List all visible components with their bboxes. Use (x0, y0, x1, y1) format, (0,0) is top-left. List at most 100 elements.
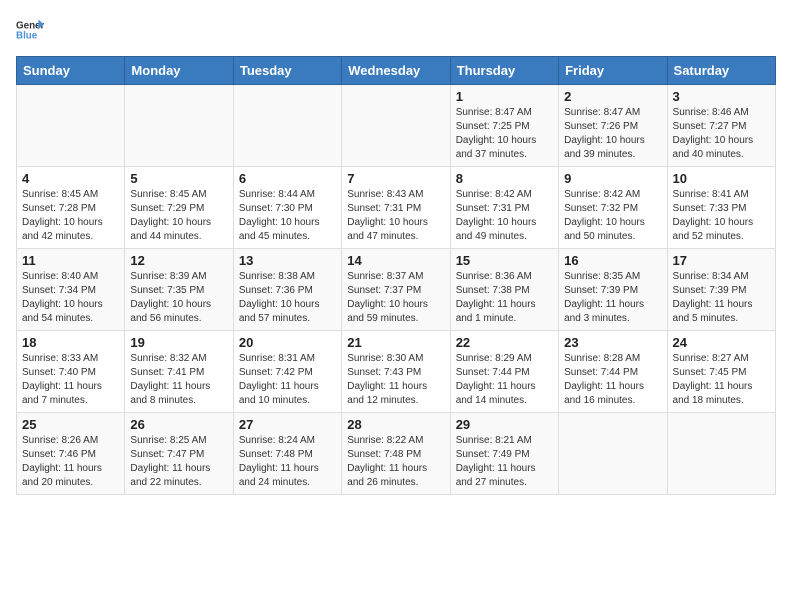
day-number: 1 (456, 89, 553, 104)
day-info: Sunrise: 8:31 AM Sunset: 7:42 PM Dayligh… (239, 352, 336, 408)
day-info: Sunrise: 8:37 AM Sunset: 7:37 PM Dayligh… (347, 270, 444, 326)
page-header: General Blue (16, 16, 776, 44)
day-number: 17 (673, 253, 770, 268)
day-number: 16 (564, 253, 661, 268)
day-header-tuesday: Tuesday (233, 57, 341, 85)
calendar-cell: 6 Sunrise: 8:44 AM Sunset: 7:30 PM Daylig… (233, 167, 341, 249)
logo-icon: General Blue (16, 16, 44, 44)
day-header-monday: Monday (125, 57, 233, 85)
day-info: Sunrise: 8:45 AM Sunset: 7:29 PM Dayligh… (130, 188, 227, 244)
day-number: 6 (239, 171, 336, 186)
calendar-cell: 27 Sunrise: 8:24 AM Sunset: 7:48 PM Dayli… (233, 413, 341, 495)
day-number: 24 (673, 335, 770, 350)
day-info: Sunrise: 8:47 AM Sunset: 7:25 PM Dayligh… (456, 106, 553, 162)
calendar-cell: 19 Sunrise: 8:32 AM Sunset: 7:41 PM Dayli… (125, 331, 233, 413)
day-number: 12 (130, 253, 227, 268)
day-number: 19 (130, 335, 227, 350)
calendar-cell: 16 Sunrise: 8:35 AM Sunset: 7:39 PM Dayli… (559, 249, 667, 331)
day-info: Sunrise: 8:45 AM Sunset: 7:28 PM Dayligh… (22, 188, 119, 244)
day-info: Sunrise: 8:29 AM Sunset: 7:44 PM Dayligh… (456, 352, 553, 408)
calendar-cell: 29Sunrise: 8:21 AM Sunset: 7:49 PM Dayli… (450, 413, 558, 495)
calendar-cell: 13 Sunrise: 8:38 AM Sunset: 7:36 PM Dayli… (233, 249, 341, 331)
day-info: Sunrise: 8:41 AM Sunset: 7:33 PM Dayligh… (673, 188, 770, 244)
day-header-thursday: Thursday (450, 57, 558, 85)
calendar-cell: 12 Sunrise: 8:39 AM Sunset: 7:35 PM Dayli… (125, 249, 233, 331)
day-number: 15 (456, 253, 553, 268)
calendar-cell: 3Sunrise: 8:46 AM Sunset: 7:27 PM Daylig… (667, 85, 775, 167)
logo: General Blue (16, 16, 48, 44)
day-info: Sunrise: 8:38 AM Sunset: 7:36 PM Dayligh… (239, 270, 336, 326)
calendar-cell: 2 Sunrise: 8:47 AM Sunset: 7:26 PM Daylig… (559, 85, 667, 167)
svg-text:Blue: Blue (16, 30, 38, 41)
day-info: Sunrise: 8:26 AM Sunset: 7:46 PM Dayligh… (22, 434, 119, 490)
day-header-saturday: Saturday (667, 57, 775, 85)
calendar-week-row: 25 Sunrise: 8:26 AM Sunset: 7:46 PM Dayli… (17, 413, 776, 495)
calendar-cell: 22 Sunrise: 8:29 AM Sunset: 7:44 PM Dayli… (450, 331, 558, 413)
day-number: 22 (456, 335, 553, 350)
day-header-wednesday: Wednesday (342, 57, 450, 85)
calendar-cell: 11Sunrise: 8:40 AM Sunset: 7:34 PM Dayli… (17, 249, 125, 331)
calendar-cell: 18 Sunrise: 8:33 AM Sunset: 7:40 PM Dayli… (17, 331, 125, 413)
day-info: Sunrise: 8:30 AM Sunset: 7:43 PM Dayligh… (347, 352, 444, 408)
day-number: 3 (673, 89, 770, 104)
calendar-cell: 24 Sunrise: 8:27 AM Sunset: 7:45 PM Dayli… (667, 331, 775, 413)
day-info: Sunrise: 8:27 AM Sunset: 7:45 PM Dayligh… (673, 352, 770, 408)
day-info: Sunrise: 8:39 AM Sunset: 7:35 PM Dayligh… (130, 270, 227, 326)
day-number: 25 (22, 417, 119, 432)
day-number: 26 (130, 417, 227, 432)
day-info: Sunrise: 8:47 AM Sunset: 7:26 PM Dayligh… (564, 106, 661, 162)
calendar-week-row: 1 Sunrise: 8:47 AM Sunset: 7:25 PM Daylig… (17, 85, 776, 167)
day-info: Sunrise: 8:24 AM Sunset: 7:48 PM Dayligh… (239, 434, 336, 490)
calendar-cell: 10 Sunrise: 8:41 AM Sunset: 7:33 PM Dayli… (667, 167, 775, 249)
calendar-cell: 23Sunrise: 8:28 AM Sunset: 7:44 PM Dayli… (559, 331, 667, 413)
day-number: 5 (130, 171, 227, 186)
calendar-week-row: 18 Sunrise: 8:33 AM Sunset: 7:40 PM Dayli… (17, 331, 776, 413)
day-info: Sunrise: 8:22 AM Sunset: 7:48 PM Dayligh… (347, 434, 444, 490)
day-info: Sunrise: 8:35 AM Sunset: 7:39 PM Dayligh… (564, 270, 661, 326)
day-number: 7 (347, 171, 444, 186)
calendar-week-row: 11Sunrise: 8:40 AM Sunset: 7:34 PM Dayli… (17, 249, 776, 331)
day-info: Sunrise: 8:36 AM Sunset: 7:38 PM Dayligh… (456, 270, 553, 326)
calendar-week-row: 4 Sunrise: 8:45 AM Sunset: 7:28 PM Daylig… (17, 167, 776, 249)
day-number: 20 (239, 335, 336, 350)
calendar-cell: 14Sunrise: 8:37 AM Sunset: 7:37 PM Dayli… (342, 249, 450, 331)
day-number: 2 (564, 89, 661, 104)
calendar-header-row: SundayMondayTuesdayWednesdayThursdayFrid… (17, 57, 776, 85)
calendar-cell: 21 Sunrise: 8:30 AM Sunset: 7:43 PM Dayli… (342, 331, 450, 413)
day-number: 9 (564, 171, 661, 186)
day-number: 8 (456, 171, 553, 186)
day-number: 21 (347, 335, 444, 350)
calendar-cell (233, 85, 341, 167)
day-number: 29 (456, 417, 553, 432)
calendar-cell: 9 Sunrise: 8:42 AM Sunset: 7:32 PM Daylig… (559, 167, 667, 249)
day-info: Sunrise: 8:33 AM Sunset: 7:40 PM Dayligh… (22, 352, 119, 408)
calendar-cell: 20 Sunrise: 8:31 AM Sunset: 7:42 PM Dayli… (233, 331, 341, 413)
calendar-cell (17, 85, 125, 167)
calendar-cell: 28 Sunrise: 8:22 AM Sunset: 7:48 PM Dayli… (342, 413, 450, 495)
calendar-table: SundayMondayTuesdayWednesdayThursdayFrid… (16, 56, 776, 495)
calendar-cell (559, 413, 667, 495)
day-info: Sunrise: 8:42 AM Sunset: 7:31 PM Dayligh… (456, 188, 553, 244)
day-number: 10 (673, 171, 770, 186)
day-number: 11 (22, 253, 119, 268)
day-number: 18 (22, 335, 119, 350)
calendar-cell (342, 85, 450, 167)
day-info: Sunrise: 8:43 AM Sunset: 7:31 PM Dayligh… (347, 188, 444, 244)
calendar-cell: 26Sunrise: 8:25 AM Sunset: 7:47 PM Dayli… (125, 413, 233, 495)
calendar-cell: 7 Sunrise: 8:43 AM Sunset: 7:31 PM Daylig… (342, 167, 450, 249)
day-info: Sunrise: 8:32 AM Sunset: 7:41 PM Dayligh… (130, 352, 227, 408)
day-header-sunday: Sunday (17, 57, 125, 85)
calendar-cell: 4 Sunrise: 8:45 AM Sunset: 7:28 PM Daylig… (17, 167, 125, 249)
calendar-cell: 17Sunrise: 8:34 AM Sunset: 7:39 PM Dayli… (667, 249, 775, 331)
day-number: 13 (239, 253, 336, 268)
calendar-cell: 15 Sunrise: 8:36 AM Sunset: 7:38 PM Dayli… (450, 249, 558, 331)
day-info: Sunrise: 8:42 AM Sunset: 7:32 PM Dayligh… (564, 188, 661, 244)
day-info: Sunrise: 8:28 AM Sunset: 7:44 PM Dayligh… (564, 352, 661, 408)
day-info: Sunrise: 8:44 AM Sunset: 7:30 PM Dayligh… (239, 188, 336, 244)
calendar-cell: 25 Sunrise: 8:26 AM Sunset: 7:46 PM Dayli… (17, 413, 125, 495)
day-number: 28 (347, 417, 444, 432)
calendar-cell (125, 85, 233, 167)
day-number: 27 (239, 417, 336, 432)
calendar-cell: 1 Sunrise: 8:47 AM Sunset: 7:25 PM Daylig… (450, 85, 558, 167)
day-number: 4 (22, 171, 119, 186)
